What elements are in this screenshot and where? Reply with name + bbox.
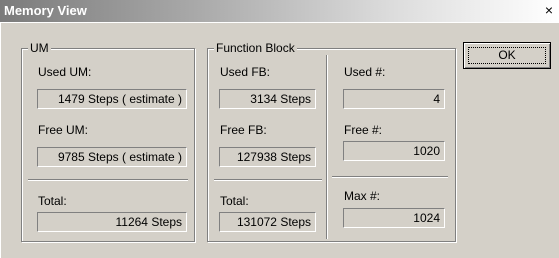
used-fb-label: Used FB: [220, 65, 271, 79]
fb-vertical-separator [326, 55, 328, 239]
free-count-field: 1020 [343, 141, 445, 161]
free-um-label: Free UM: [38, 123, 89, 137]
um-separator [28, 179, 188, 181]
memory-view-dialog: Memory View × UM Used UM: 1479 Steps ( e… [0, 0, 559, 258]
max-count-label: Max #: [344, 189, 381, 203]
free-fb-field: 127938 Steps [219, 147, 316, 167]
function-block-groupbox: Function Block Used FB: 3134 Steps Free … [207, 41, 456, 242]
um-total-label: Total: [38, 194, 67, 208]
fb-total-label: Total: [220, 194, 249, 208]
free-um-field: 9785 Steps ( estimate ) [37, 147, 187, 167]
used-count-field: 4 [343, 89, 445, 109]
count-separator [332, 176, 448, 178]
um-groupbox: UM Used UM: 1479 Steps ( estimate ) Free… [21, 41, 195, 242]
used-count-label: Used #: [344, 65, 386, 79]
close-button[interactable]: × [541, 1, 557, 19]
ok-button[interactable]: OK [463, 42, 551, 69]
title-bar[interactable]: Memory View × [0, 0, 559, 22]
fb-total-field: 131072 Steps [219, 212, 316, 232]
used-um-label: Used UM: [38, 65, 92, 79]
ok-focus-rect [468, 47, 546, 64]
fb-separator [214, 179, 322, 181]
used-um-field: 1479 Steps ( estimate ) [37, 89, 187, 109]
um-group-label: UM [28, 41, 51, 55]
free-count-label: Free #: [344, 123, 383, 137]
max-count-field: 1024 [343, 208, 445, 228]
function-block-group-label: Function Block [214, 41, 297, 55]
free-fb-label: Free FB: [220, 123, 267, 137]
um-total-field: 11264 Steps [37, 212, 187, 232]
dialog-client-area: UM Used UM: 1479 Steps ( estimate ) Free… [0, 22, 559, 258]
used-fb-field: 3134 Steps [219, 89, 316, 109]
window-title: Memory View [4, 3, 87, 18]
